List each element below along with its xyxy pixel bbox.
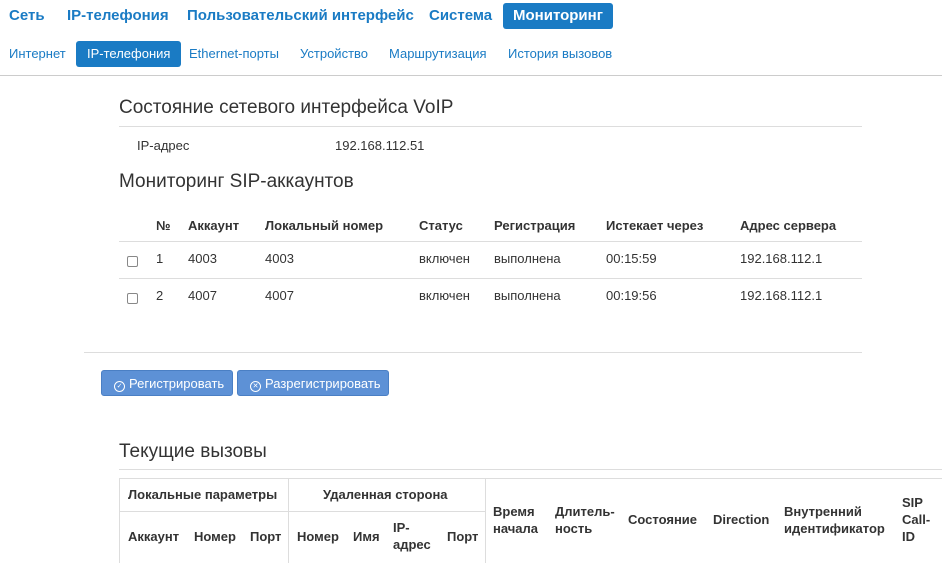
nav-divider — [0, 75, 942, 76]
calls-state: Состояние — [628, 512, 698, 527]
calls-section-title: Текущие вызовы — [119, 441, 267, 462]
calls-header-top-border — [119, 478, 942, 479]
calls-internal-id: Внутренний идентификатор — [784, 504, 885, 536]
subnav-routing[interactable]: Маршрутизация — [378, 41, 498, 67]
nav-network[interactable]: Сеть — [0, 3, 55, 29]
nav-ip-telephony[interactable]: IP-телефония — [57, 3, 179, 29]
sip-header-status: Статус — [419, 218, 463, 233]
row-account: 4007 — [188, 288, 217, 303]
calls-local-account: Аккаунт — [128, 529, 180, 544]
col-border — [288, 478, 289, 563]
row-server: 192.168.112.1 — [740, 288, 823, 303]
register-button[interactable]: ✓ Регистрировать — [101, 370, 233, 396]
calls-group-remote: Удаленная сторона — [323, 487, 448, 502]
sip-section-title: Мониторинг SIP-аккаунтов — [119, 171, 354, 192]
row-checkbox[interactable] — [127, 256, 138, 267]
row-account: 4003 — [188, 251, 217, 266]
unregister-button-label: Разрегистрировать — [265, 376, 381, 391]
col-border — [485, 478, 486, 563]
row-number: 1 — [156, 251, 164, 266]
calls-sip-call-id: SIP Call-ID — [902, 495, 931, 544]
unregister-button[interactable]: ✕ Разрегистрировать — [237, 370, 389, 396]
nav-system[interactable]: Система — [419, 3, 502, 29]
row-expires: 00:15:59 — [606, 251, 657, 266]
sip-header-registration: Регистрация — [494, 218, 576, 233]
sip-header-account: Аккаунт — [188, 218, 240, 233]
subnav-internet[interactable]: Интернет — [0, 41, 77, 67]
sip-header-number: № — [156, 218, 171, 233]
register-button-label: Регистрировать — [129, 376, 225, 391]
calls-start-time: Время начала — [493, 504, 539, 536]
col-border — [119, 478, 120, 563]
row-number: 2 — [156, 288, 164, 303]
nav-user-interface[interactable]: Пользовательский интерфейс — [177, 3, 424, 29]
calls-local-number: Номер — [194, 529, 236, 544]
row-expires: 00:19:56 — [606, 288, 657, 303]
calls-divider — [119, 469, 942, 470]
calls-remote-name: Имя — [353, 529, 380, 544]
subnav-device[interactable]: Устройство — [289, 41, 379, 67]
ip-address-value: 192.168.112.51 — [335, 138, 425, 153]
actions-divider — [84, 352, 862, 353]
voip-divider — [119, 126, 862, 127]
check-circle-icon: ✓ — [114, 381, 125, 392]
calls-remote-ip: IP-адрес — [393, 520, 431, 552]
nav-monitoring[interactable]: Мониторинг — [503, 3, 613, 29]
row-status: включен — [419, 251, 470, 266]
sip-header-expires: Истекает через — [606, 218, 704, 233]
subnav-ethernet-ports[interactable]: Ethernet-порты — [178, 41, 290, 67]
row-server: 192.168.112.1 — [740, 251, 823, 266]
subnav-ip-telephony[interactable]: IP-телефония — [76, 41, 182, 67]
row-registration: выполнена — [494, 288, 561, 303]
cancel-circle-icon: ✕ — [250, 381, 261, 392]
calls-remote-port: Порт — [447, 529, 479, 544]
calls-remote-number: Номер — [297, 529, 339, 544]
calls-group-divider — [119, 511, 485, 512]
row-registration: выполнена — [494, 251, 561, 266]
row-local-number: 4003 — [265, 251, 294, 266]
calls-local-port: Порт — [250, 529, 282, 544]
row-checkbox[interactable] — [127, 293, 138, 304]
ip-address-label: IP-адрес — [137, 138, 190, 153]
voip-section-title: Состояние сетевого интерфейса VoIP — [119, 97, 454, 118]
row-status: включен — [419, 288, 470, 303]
sip-header-divider — [119, 241, 862, 242]
subnav-call-history[interactable]: История вызовов — [497, 41, 623, 67]
sip-header-local-number: Локальный номер — [265, 218, 384, 233]
sip-header-server: Адрес сервера — [740, 218, 837, 233]
calls-direction: Direction — [713, 512, 770, 527]
calls-group-local: Локальные параметры — [128, 487, 278, 502]
calls-duration: Длитель-ность — [555, 504, 615, 536]
row-divider — [119, 278, 862, 279]
row-local-number: 4007 — [265, 288, 294, 303]
